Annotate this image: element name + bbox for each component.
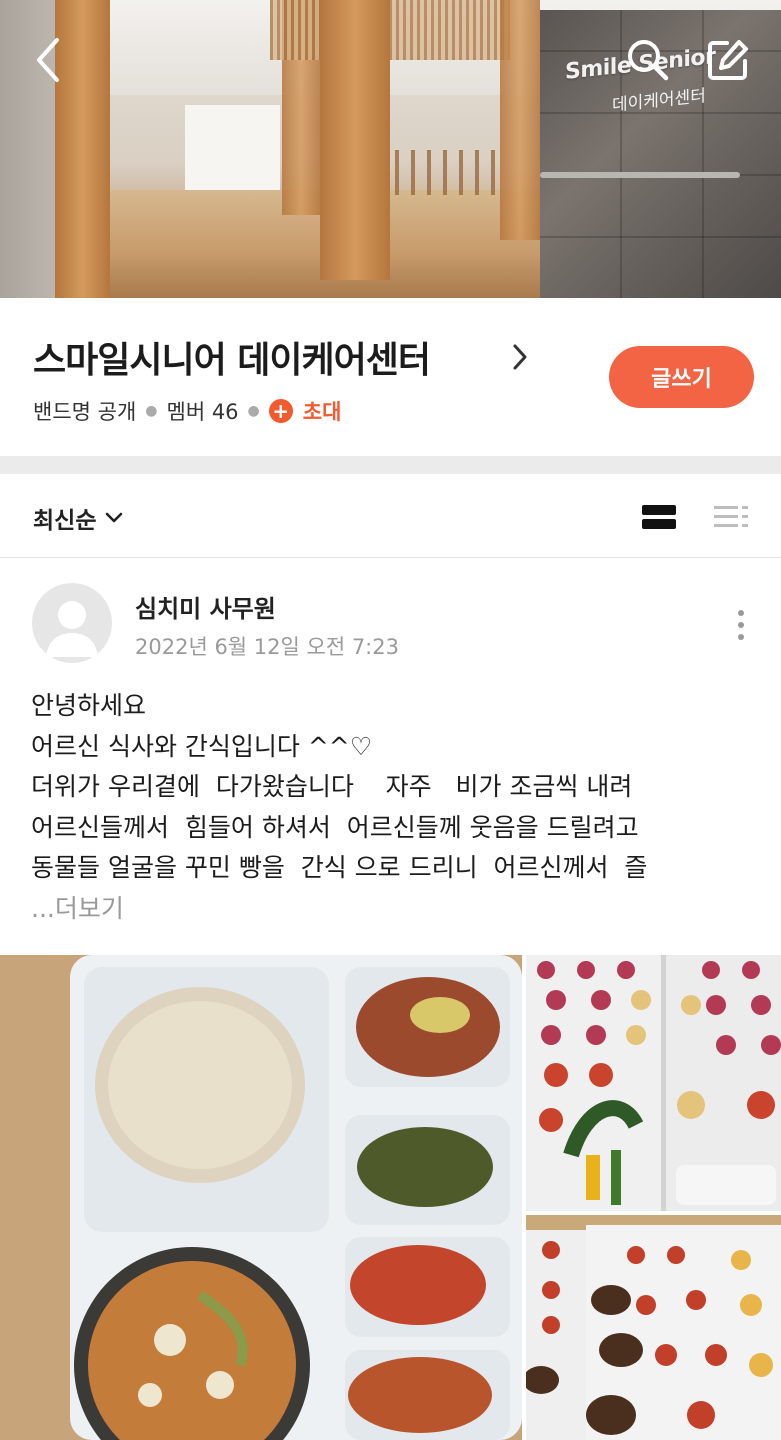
post-photos bbox=[0, 955, 781, 1440]
post-line: 안녕하세요 bbox=[31, 691, 147, 720]
post-card[interactable]: 심치미 사무원 2022년 6월 12일 오전 7:23 안녕하세요 어르신 식… bbox=[0, 558, 781, 1440]
invite-button[interactable]: + 초대 bbox=[268, 396, 342, 426]
band-meta: 밴드명 공개 ● 멤버 46 ● + 초대 bbox=[33, 396, 341, 426]
band-members[interactable]: 멤버 46 bbox=[167, 396, 239, 426]
band-privacy: 밴드명 공개 bbox=[33, 400, 137, 424]
post-body[interactable]: 안녕하세요 어르신 식사와 간식입니다 ^^♡ 더위가 우리곁에 다가왔습니다 … bbox=[31, 686, 761, 929]
sort-label: 최신순 bbox=[33, 508, 97, 534]
chevron-left-icon bbox=[37, 38, 59, 82]
list-view-icon[interactable] bbox=[713, 503, 749, 531]
edit-icon bbox=[708, 40, 748, 80]
search-icon bbox=[628, 40, 669, 81]
post-line: 더위가 우리곁에 다가왔습니다 자주 비가 조금씩 내려 bbox=[31, 772, 633, 801]
plus-icon: + bbox=[268, 399, 293, 423]
photo-trays-2[interactable] bbox=[526, 1215, 781, 1440]
photo-trays-1[interactable] bbox=[526, 955, 781, 1211]
search-button[interactable] bbox=[620, 32, 676, 88]
post-line: 어르신들께서 힘들어 하셔서 어르신들께 웃음을 드릴려고 bbox=[31, 812, 639, 842]
write-post-button[interactable]: 글쓰기 bbox=[609, 346, 754, 408]
more-vertical-icon[interactable] bbox=[726, 608, 756, 642]
chevron-down-icon bbox=[106, 512, 123, 523]
meta-separator: ● bbox=[247, 403, 260, 419]
post-author[interactable]: 심치미 사무원 bbox=[135, 589, 276, 624]
invite-label: 초대 bbox=[302, 400, 342, 424]
sort-bar: 최신순 bbox=[0, 474, 781, 558]
meta-separator: ● bbox=[145, 403, 158, 419]
post-date: 2022년 6월 12일 오전 7:23 bbox=[135, 635, 399, 659]
default-avatar-icon bbox=[46, 601, 98, 657]
post-line: 동물들 얼굴을 꾸민 빵을 간식 으로 드리니 어르신께서 즐 bbox=[31, 853, 648, 882]
photo-meal-tray[interactable] bbox=[0, 955, 522, 1440]
card-view-icon[interactable] bbox=[641, 503, 677, 531]
write-button[interactable] bbox=[700, 32, 756, 88]
chevron-right-icon[interactable] bbox=[510, 342, 530, 372]
back-button[interactable] bbox=[20, 32, 76, 88]
section-divider bbox=[0, 456, 781, 474]
post-line: 어르신 식사와 간식입니다 ^^♡ bbox=[31, 731, 373, 761]
see-more-link[interactable]: ...더보기 bbox=[31, 889, 761, 930]
band-name[interactable]: 스마일시니어 데이케어센터 bbox=[33, 331, 431, 383]
band-header: 스마일시니어 데이케어센터 밴드명 공개 ● 멤버 46 ● + 초대 글쓰기 bbox=[0, 298, 781, 456]
sort-dropdown[interactable]: 최신순 bbox=[33, 501, 123, 535]
avatar[interactable] bbox=[32, 583, 112, 663]
